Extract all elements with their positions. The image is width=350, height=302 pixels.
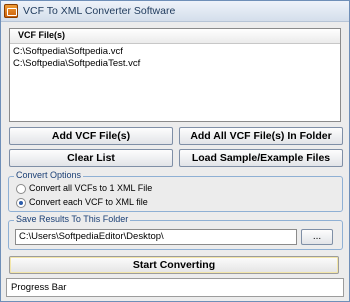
window-title: VCF To XML Converter Software <box>23 5 176 17</box>
main-window: VCF To XML Converter Software VCF File(s… <box>0 0 350 302</box>
vcf-file-list[interactable]: VCF File(s) C:\Softpedia\Softpedia.vcf C… <box>9 28 341 122</box>
radio-convert-each-label[interactable]: Convert each VCF to XML file <box>29 197 148 207</box>
save-results-label: Save Results To This Folder <box>14 214 131 224</box>
list-column-header-label: VCF File(s) <box>18 30 66 40</box>
convert-options-group: Convert Options Convert all VCFs to 1 XM… <box>8 170 343 212</box>
add-folder-button[interactable]: Add All VCF File(s) In Folder <box>179 127 343 145</box>
radio-convert-each[interactable] <box>16 198 26 208</box>
convert-options-label: Convert Options <box>14 170 84 180</box>
title-bar: VCF To XML Converter Software <box>1 1 349 22</box>
radio-convert-all-label[interactable]: Convert all VCFs to 1 XML File <box>29 183 152 193</box>
radio-convert-all[interactable] <box>16 184 26 194</box>
add-vcf-files-button[interactable]: Add VCF File(s) <box>9 127 173 145</box>
progress-bar: Progress Bar <box>6 278 344 297</box>
output-folder-input[interactable]: C:\Users\SoftpediaEditor\Desktop\ <box>15 229 297 245</box>
list-item[interactable]: C:\Softpedia\SoftpediaTest.vcf <box>13 58 140 69</box>
clear-list-button[interactable]: Clear List <box>9 149 173 167</box>
list-item[interactable]: C:\Softpedia\Softpedia.vcf <box>13 46 123 57</box>
start-converting-button[interactable]: Start Converting <box>9 256 339 274</box>
app-icon <box>4 4 18 18</box>
browse-folder-button[interactable]: ... <box>301 229 333 245</box>
load-sample-button[interactable]: Load Sample/Example Files <box>179 149 343 167</box>
list-column-header[interactable]: VCF File(s) <box>10 29 340 44</box>
